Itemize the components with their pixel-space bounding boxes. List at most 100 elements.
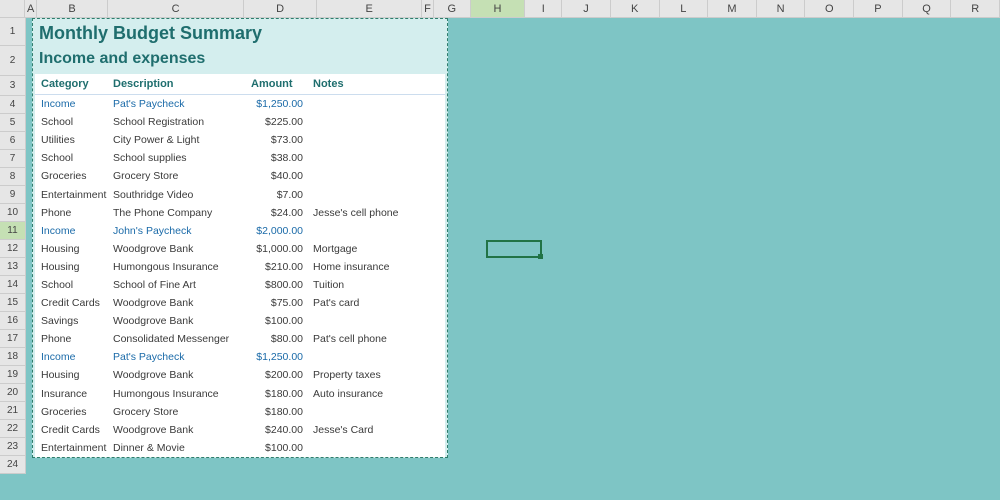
row-header-7[interactable]: 7	[0, 150, 26, 168]
row-header-16[interactable]: 16	[0, 312, 26, 330]
table-row[interactable]: HousingHumongous Insurance$210.00Home in…	[35, 258, 445, 276]
cell-amount[interactable]: $2,000.00	[251, 225, 313, 237]
cell-description[interactable]: Woodgrove Bank	[113, 424, 251, 436]
cell-category[interactable]: Credit Cards	[41, 297, 113, 309]
cell-description[interactable]: Grocery Store	[113, 170, 251, 182]
cell-description[interactable]: Grocery Store	[113, 406, 251, 418]
cell-amount[interactable]: $1,250.00	[251, 351, 313, 363]
cell-notes[interactable]: Auto insurance	[313, 388, 439, 400]
cell-category[interactable]: Utilities	[41, 134, 113, 146]
cell-category[interactable]: School	[41, 152, 113, 164]
cell-description[interactable]: Pat's Paycheck	[113, 98, 251, 110]
column-header-corner[interactable]	[0, 0, 25, 17]
row-header-17[interactable]: 17	[0, 330, 26, 348]
cell-notes[interactable]: Property taxes	[313, 369, 439, 381]
cell-description[interactable]: City Power & Light	[113, 134, 251, 146]
cell-description[interactable]: Dinner & Movie	[113, 442, 251, 454]
cell-category[interactable]: Savings	[41, 315, 113, 327]
row-header-9[interactable]: 9	[0, 186, 26, 204]
column-header-I[interactable]: I	[525, 0, 562, 17]
cell-amount[interactable]: $180.00	[251, 388, 313, 400]
cell-category[interactable]: Groceries	[41, 406, 113, 418]
cell-amount[interactable]: $7.00	[251, 189, 313, 201]
cell-notes[interactable]: Pat's card	[313, 297, 439, 309]
cell-amount[interactable]: $200.00	[251, 369, 313, 381]
table-row[interactable]: SchoolSchool Registration$225.00	[35, 113, 445, 131]
cell-category[interactable]: Housing	[41, 243, 113, 255]
row-header-19[interactable]: 19	[0, 366, 26, 384]
row-header-23[interactable]: 23	[0, 438, 26, 456]
cell-amount[interactable]: $1,000.00	[251, 243, 313, 255]
cell-notes[interactable]: Jesse's cell phone	[313, 207, 439, 219]
table-row[interactable]: UtilitiesCity Power & Light$73.00	[35, 131, 445, 149]
row-header-12[interactable]: 12	[0, 240, 26, 258]
cell-notes[interactable]: Jesse's Card	[313, 424, 439, 436]
table-row[interactable]: SchoolSchool of Fine Art$800.00Tuition	[35, 276, 445, 294]
cell-amount[interactable]: $240.00	[251, 424, 313, 436]
cell-category[interactable]: Income	[41, 225, 113, 237]
row-header-13[interactable]: 13	[0, 258, 26, 276]
cell-category[interactable]: Income	[41, 351, 113, 363]
cell-description[interactable]: School Registration	[113, 116, 251, 128]
cell-description[interactable]: School of Fine Art	[113, 279, 251, 291]
cell-amount[interactable]: $40.00	[251, 170, 313, 182]
cell-category[interactable]: Housing	[41, 369, 113, 381]
cell-category[interactable]: Income	[41, 98, 113, 110]
column-header-O[interactable]: O	[805, 0, 854, 17]
table-row[interactable]: EntertainmentSouthridge Video$7.00	[35, 185, 445, 203]
cell-description[interactable]: Woodgrove Bank	[113, 369, 251, 381]
table-row[interactable]: IncomePat's Paycheck$1,250.00	[35, 348, 445, 366]
row-header-2[interactable]: 2	[0, 46, 26, 76]
cell-amount[interactable]: $24.00	[251, 207, 313, 219]
row-header-18[interactable]: 18	[0, 348, 26, 366]
table-row[interactable]: SavingsWoodgrove Bank$100.00	[35, 312, 445, 330]
table-row[interactable]: IncomeJohn's Paycheck$2,000.00	[35, 222, 445, 240]
cell-amount[interactable]: $1,250.00	[251, 98, 313, 110]
cell-notes[interactable]: Pat's cell phone	[313, 333, 439, 345]
cell-category[interactable]: Insurance	[41, 388, 113, 400]
cell-amount[interactable]: $100.00	[251, 442, 313, 454]
cell-description[interactable]: Pat's Paycheck	[113, 351, 251, 363]
cell-description[interactable]: Humongous Insurance	[113, 261, 251, 273]
cell-category[interactable]: Entertainment	[41, 442, 113, 454]
row-header-1[interactable]: 1	[0, 18, 26, 46]
cell-category[interactable]: Housing	[41, 261, 113, 273]
column-header-D[interactable]: D	[244, 0, 317, 17]
cell-notes[interactable]: Home insurance	[313, 261, 439, 273]
row-header-14[interactable]: 14	[0, 276, 26, 294]
cell-description[interactable]: Southridge Video	[113, 189, 251, 201]
column-header-N[interactable]: N	[757, 0, 806, 17]
cell-description[interactable]: Woodgrove Bank	[113, 297, 251, 309]
column-header-C[interactable]: C	[108, 0, 244, 17]
cell-category[interactable]: Phone	[41, 333, 113, 345]
cell-notes[interactable]: Tuition	[313, 279, 439, 291]
cell-category[interactable]: School	[41, 116, 113, 128]
row-header-3[interactable]: 3	[0, 76, 26, 96]
row-header-8[interactable]: 8	[0, 168, 26, 186]
table-row[interactable]: GroceriesGrocery Store$40.00	[35, 167, 445, 185]
cell-notes[interactable]: Mortgage	[313, 243, 439, 255]
cell-amount[interactable]: $80.00	[251, 333, 313, 345]
table-row[interactable]: Credit CardsWoodgrove Bank$75.00Pat's ca…	[35, 294, 445, 312]
cell-description[interactable]: The Phone Company	[113, 207, 251, 219]
column-header-R[interactable]: R	[951, 0, 1000, 17]
column-header-B[interactable]: B	[37, 0, 108, 17]
column-header-K[interactable]: K	[611, 0, 660, 17]
table-row[interactable]: Credit CardsWoodgrove Bank$240.00Jesse's…	[35, 421, 445, 439]
cell-amount[interactable]: $800.00	[251, 279, 313, 291]
column-header-H[interactable]: H	[471, 0, 525, 17]
table-row[interactable]: PhoneThe Phone Company$24.00Jesse's cell…	[35, 204, 445, 222]
cell-description[interactable]: John's Paycheck	[113, 225, 251, 237]
cell-amount[interactable]: $225.00	[251, 116, 313, 128]
row-header-10[interactable]: 10	[0, 204, 26, 222]
row-header-5[interactable]: 5	[0, 114, 26, 132]
row-header-4[interactable]: 4	[0, 96, 26, 114]
cell-description[interactable]: School supplies	[113, 152, 251, 164]
column-header-Q[interactable]: Q	[903, 0, 952, 17]
grid-area[interactable]: Monthly Budget Summary Income and expens…	[26, 18, 1000, 500]
cell-description[interactable]: Woodgrove Bank	[113, 315, 251, 327]
column-header-J[interactable]: J	[562, 0, 611, 17]
cell-description[interactable]: Humongous Insurance	[113, 388, 251, 400]
row-header-15[interactable]: 15	[0, 294, 26, 312]
row-header-24[interactable]: 24	[0, 456, 26, 474]
